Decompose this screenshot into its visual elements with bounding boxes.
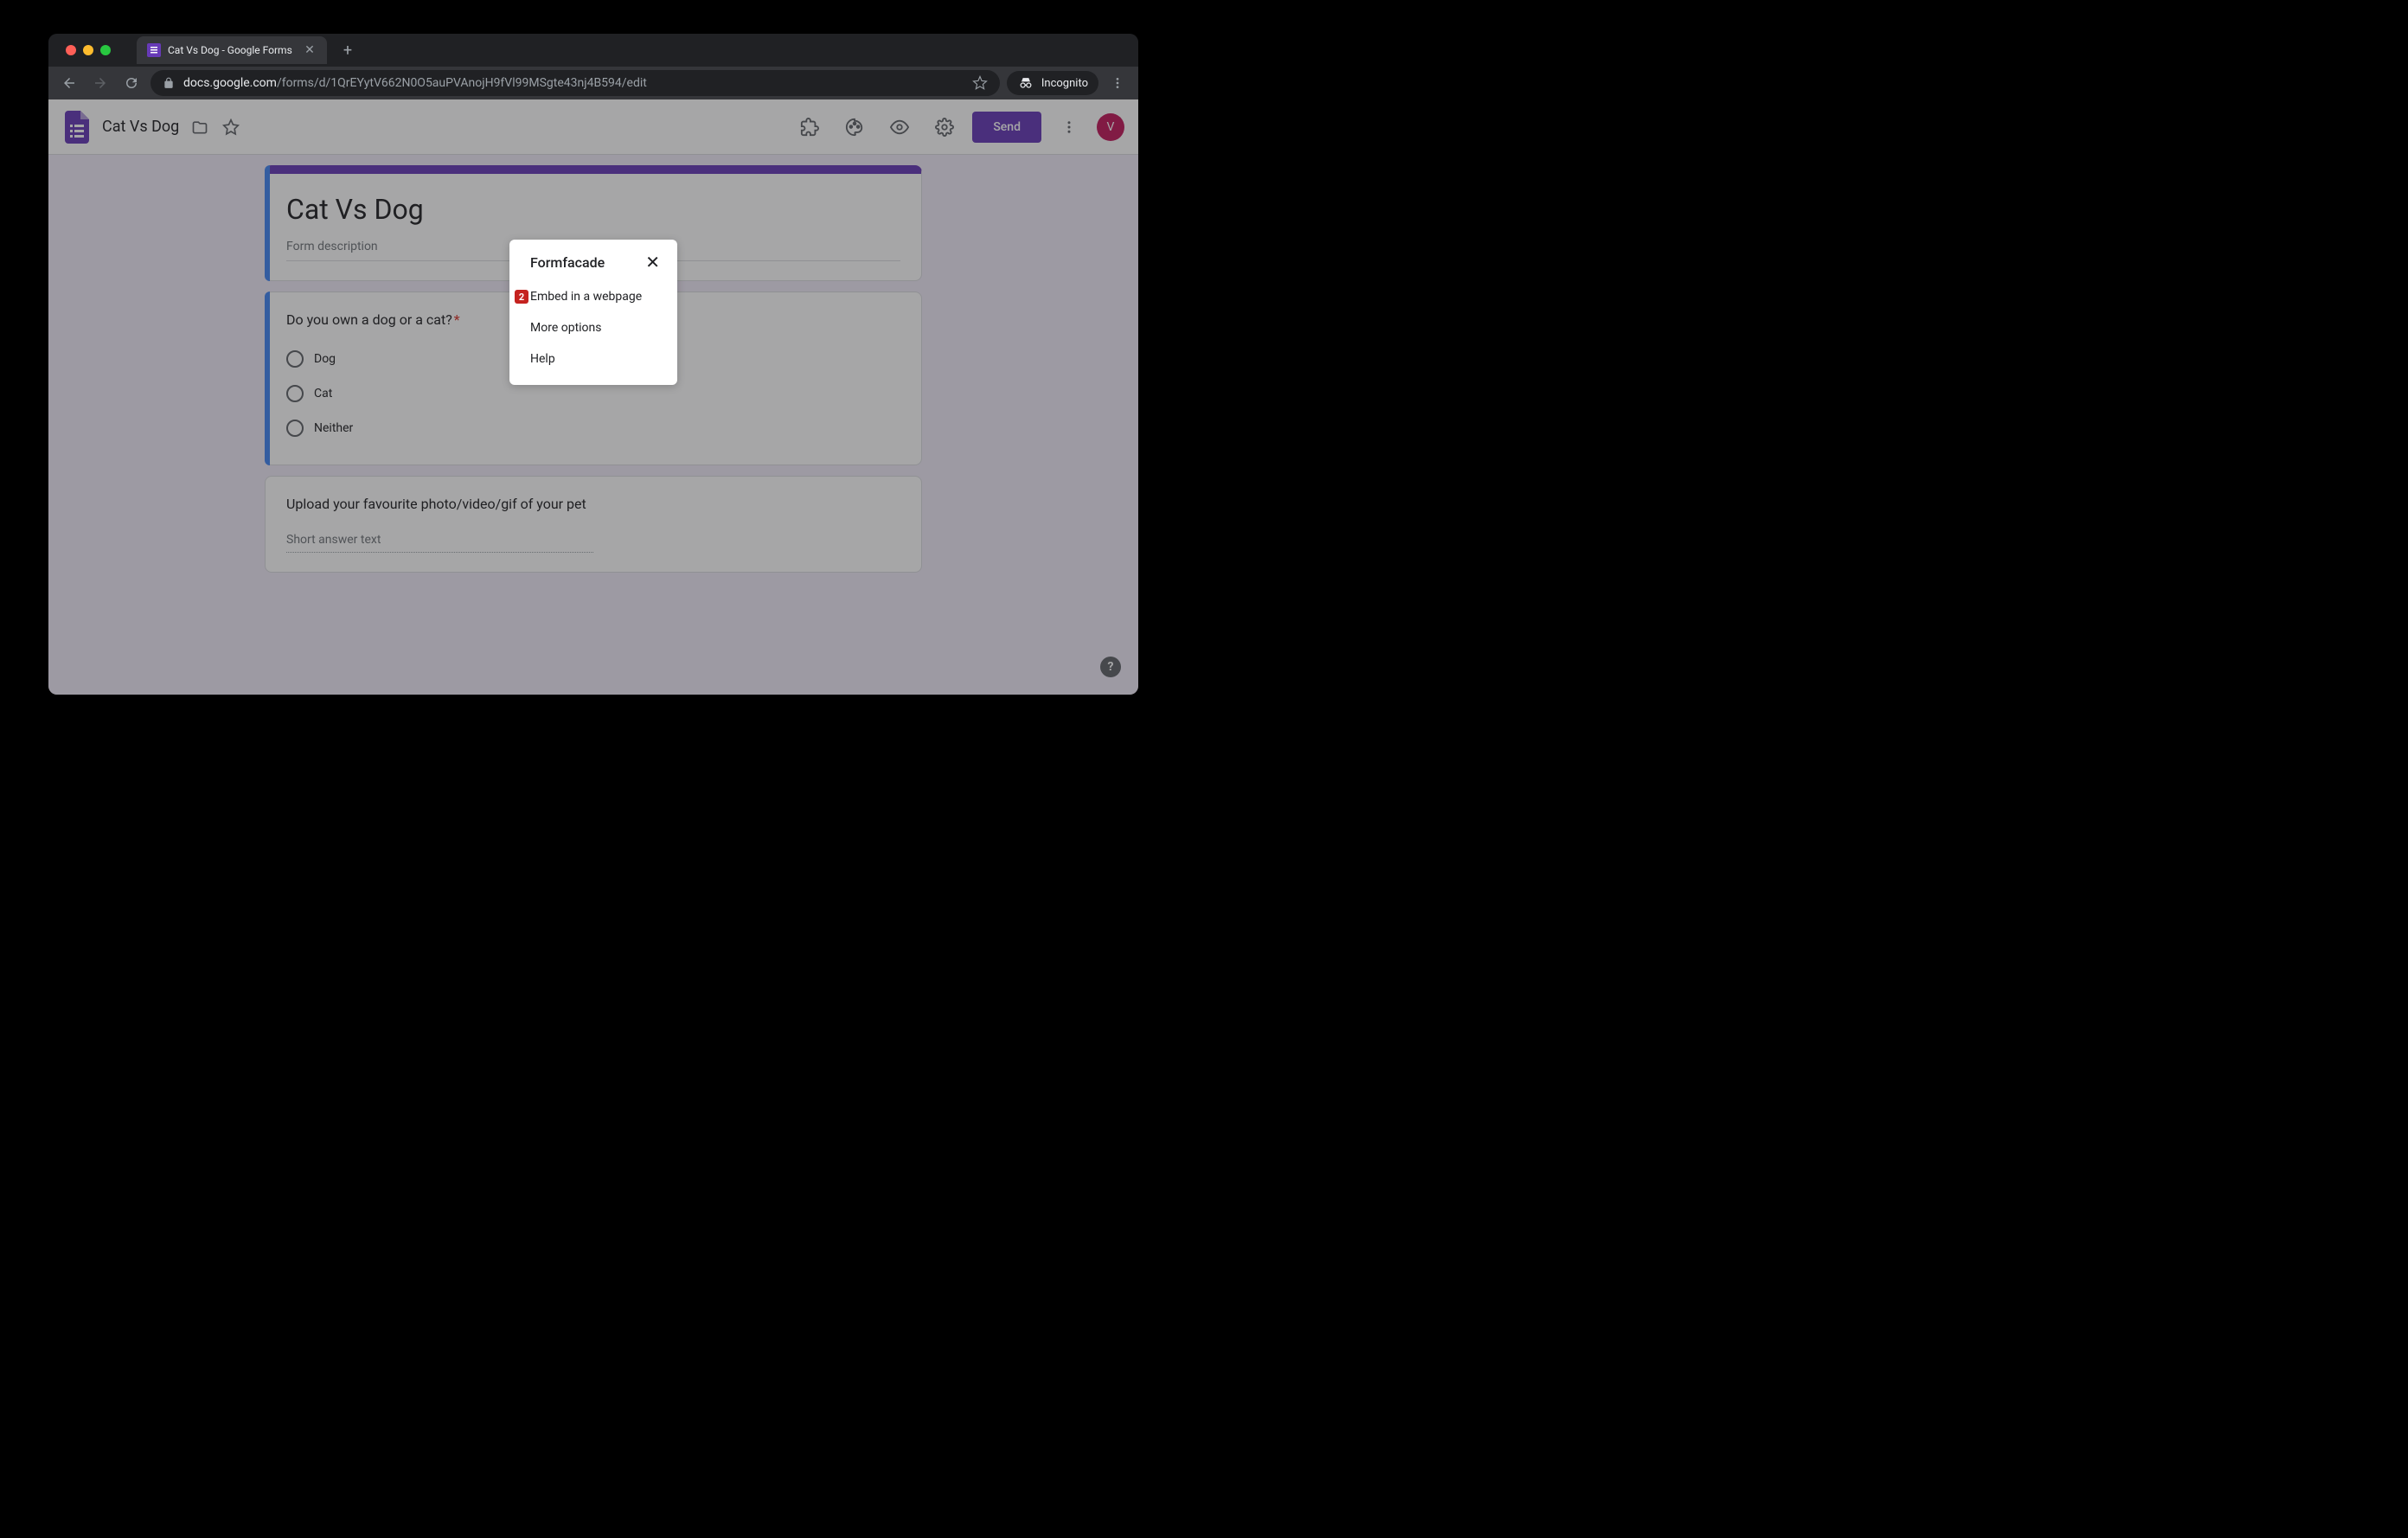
- page-content: Cat Vs Dog Send V: [48, 99, 1138, 695]
- address-bar[interactable]: docs.google.com/forms/d/1QrEYytV662N0O5a…: [150, 70, 1000, 96]
- popup-item-label: More options: [530, 321, 602, 335]
- popup-item-label: Embed in a webpage: [530, 290, 642, 304]
- close-icon[interactable]: ✕: [645, 253, 660, 271]
- incognito-badge: Incognito: [1007, 71, 1098, 95]
- popup-item-more-options[interactable]: More options: [509, 312, 677, 343]
- reload-button[interactable]: [119, 71, 144, 95]
- browser-tab[interactable]: Cat Vs Dog - Google Forms ✕: [137, 36, 327, 64]
- new-tab-button[interactable]: +: [337, 40, 358, 61]
- browser-menu-button[interactable]: [1105, 76, 1130, 90]
- bookmark-star-icon[interactable]: [972, 75, 988, 91]
- tab-bar: Cat Vs Dog - Google Forms ✕ +: [48, 34, 1138, 67]
- close-window-button[interactable]: [66, 45, 76, 55]
- modal-overlay[interactable]: [48, 99, 1138, 695]
- incognito-label: Incognito: [1041, 77, 1088, 90]
- maximize-window-button[interactable]: [100, 45, 111, 55]
- incognito-icon: [1017, 74, 1034, 92]
- window-controls: [57, 45, 119, 55]
- formfacade-popup: Formfacade ✕ 2 Embed in a webpage More o…: [509, 240, 677, 385]
- popup-item-label: Help: [530, 352, 555, 366]
- forward-button[interactable]: [88, 71, 112, 95]
- close-tab-button[interactable]: ✕: [303, 43, 317, 57]
- browser-window: Cat Vs Dog - Google Forms ✕ + docs.googl…: [48, 34, 1138, 695]
- popup-title: Formfacade: [530, 254, 605, 271]
- popup-header: Formfacade ✕: [509, 253, 677, 281]
- url-text: docs.google.com/forms/d/1QrEYytV662N0O5a…: [183, 76, 964, 90]
- popup-item-embed[interactable]: 2 Embed in a webpage: [509, 281, 677, 312]
- minimize-window-button[interactable]: [83, 45, 93, 55]
- forms-favicon-icon: [147, 43, 161, 57]
- tab-title: Cat Vs Dog - Google Forms: [168, 44, 296, 56]
- back-button[interactable]: [57, 71, 81, 95]
- popup-item-help[interactable]: Help: [509, 343, 677, 375]
- notification-badge: 2: [515, 290, 528, 304]
- lock-icon: [163, 77, 175, 89]
- toolbar: docs.google.com/forms/d/1QrEYytV662N0O5a…: [48, 67, 1138, 99]
